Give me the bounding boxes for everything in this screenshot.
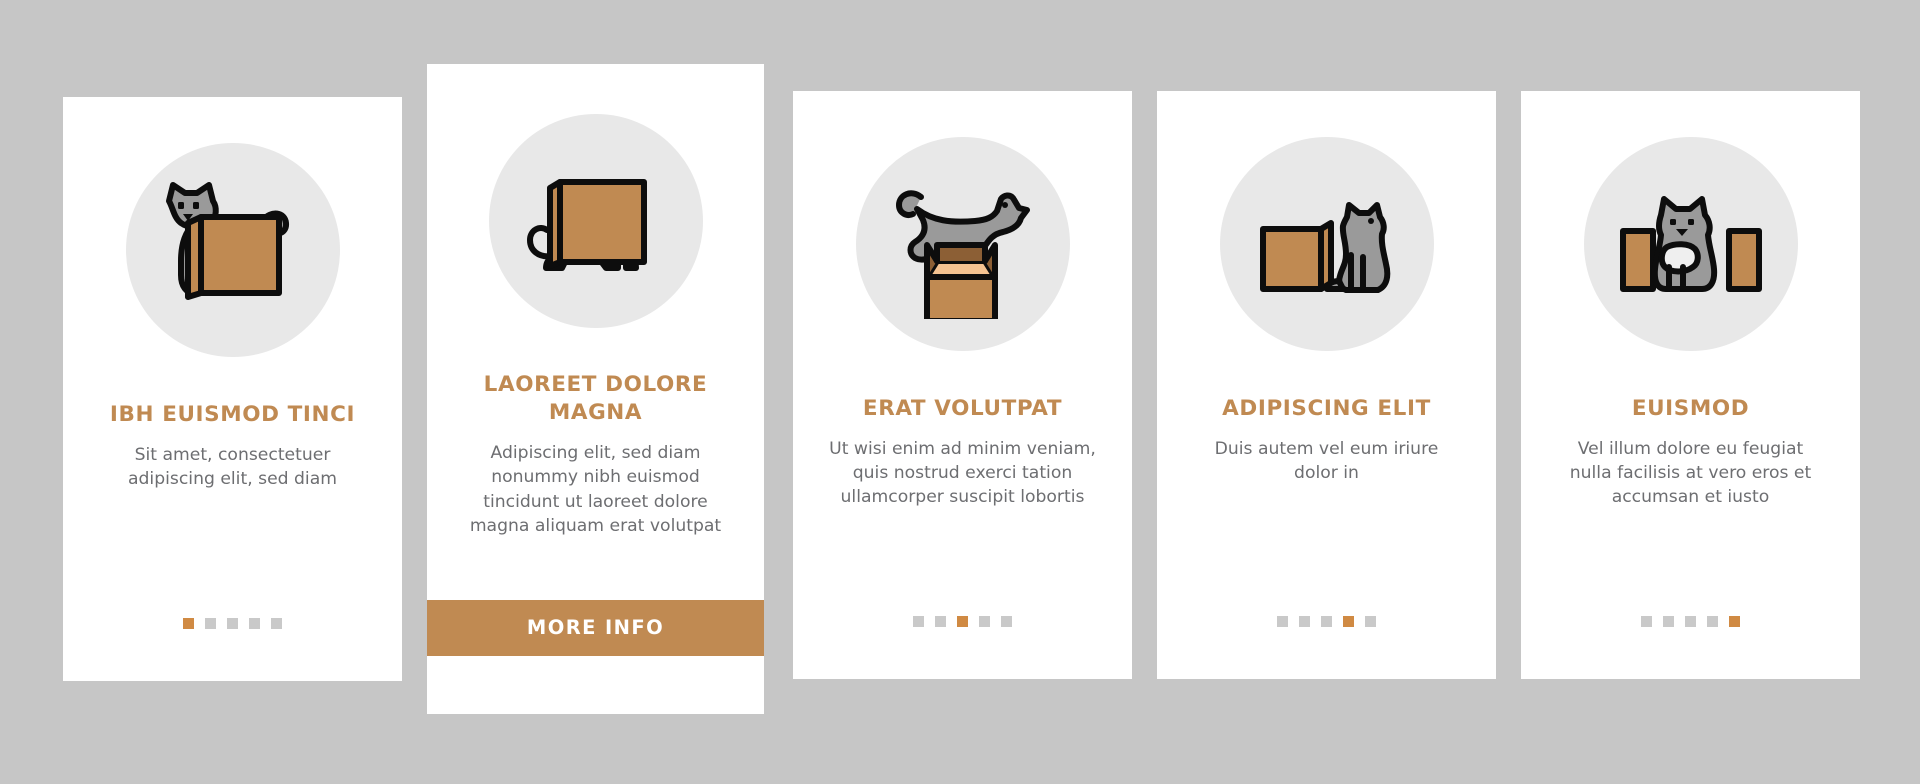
onboarding-card-5[interactable]: EUISMOD Vel illum dolore eu feugiat null… — [1521, 91, 1860, 679]
pagination-dots[interactable] — [913, 616, 1012, 627]
cat-jumping-over-open-box-icon — [855, 137, 1070, 351]
pagination-dot[interactable] — [227, 618, 238, 629]
pagination-dot[interactable] — [183, 618, 194, 629]
pagination-dot[interactable] — [1729, 616, 1740, 627]
pagination-dot[interactable] — [1321, 616, 1332, 627]
onboarding-card-1[interactable]: IBH EUISMOD TINCI Sit amet, consectetuer… — [63, 97, 402, 681]
onboarding-card-2[interactable]: LAOREET DOLORE MAGNA Adipiscing elit, se… — [427, 64, 764, 714]
card-title: LAOREET DOLORE MAGNA — [483, 372, 708, 425]
pagination-dot[interactable] — [957, 616, 968, 627]
cat-between-two-boxes-icon — [1583, 137, 1798, 351]
cat-sitting-beside-box-icon — [1219, 137, 1434, 351]
card-body-text: Duis autem vel eum iriure dolor in — [1214, 438, 1439, 483]
pagination-dot[interactable] — [271, 618, 282, 629]
onboarding-card-3[interactable]: ERAT VOLUTPAT Ut wisi enim ad minim veni… — [793, 91, 1132, 679]
pagination-dots[interactable] — [1641, 616, 1740, 627]
more-info-button[interactable]: MORE INFO — [427, 600, 764, 656]
card-title: IBH EUISMOD TINCI — [109, 402, 356, 427]
pagination-dot[interactable] — [1663, 616, 1674, 627]
cat-under-box-icon — [488, 114, 703, 328]
onboarding-card-4[interactable]: ADIPISCING ELIT Duis autem vel eum iriur… — [1157, 91, 1496, 679]
pagination-dot[interactable] — [1641, 616, 1652, 627]
card-body-text: Adipiscing elit, sed diam nonummy nibh e… — [469, 443, 722, 537]
pagination-dot[interactable] — [1343, 616, 1354, 627]
pagination-dots[interactable] — [183, 618, 282, 629]
card-title: ERAT VOLUTPAT — [862, 396, 1063, 421]
pagination-dot[interactable] — [1277, 616, 1288, 627]
card-title: EUISMOD — [1631, 396, 1750, 421]
pagination-dot[interactable] — [205, 618, 216, 629]
card-title: ADIPISCING ELIT — [1222, 396, 1431, 421]
pagination-dot[interactable] — [913, 616, 924, 627]
pagination-dot[interactable] — [1707, 616, 1718, 627]
onboarding-screens-container: IBH EUISMOD TINCI Sit amet, consectetuer… — [0, 0, 1920, 784]
card-body-text: Sit amet, consectetuer adipiscing elit, … — [127, 444, 337, 489]
pagination-dot[interactable] — [1365, 616, 1376, 627]
card-body-text: Ut wisi enim ad minim veniam, quis nostr… — [829, 438, 1096, 508]
pagination-dot[interactable] — [979, 616, 990, 627]
pagination-dot[interactable] — [935, 616, 946, 627]
pagination-dot[interactable] — [249, 618, 260, 629]
card-body-text: Vel illum dolore eu feugiat nulla facili… — [1569, 438, 1812, 508]
pagination-dot[interactable] — [1299, 616, 1310, 627]
cat-behind-box-icon — [125, 143, 340, 357]
pagination-dots[interactable] — [1277, 616, 1376, 627]
pagination-dot[interactable] — [1001, 616, 1012, 627]
pagination-dot[interactable] — [1685, 616, 1696, 627]
